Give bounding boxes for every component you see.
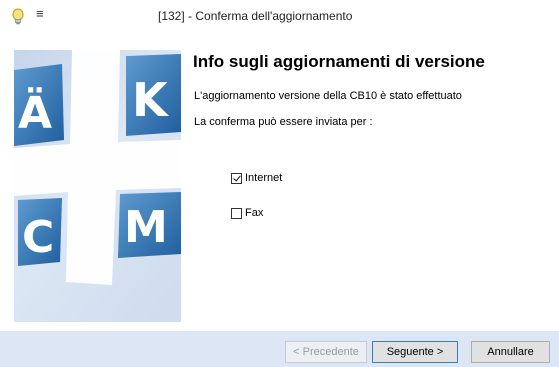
fax-checkbox[interactable] [231,207,242,219]
akcm-cross-logo: Ä K C M [14,50,181,322]
fax-option[interactable]: Fax [231,207,263,219]
internet-option[interactable]: Internet [231,172,282,184]
internet-label: Internet [245,172,283,184]
fax-label: Fax [245,207,264,219]
internet-checkbox[interactable] [231,172,242,184]
quick-access-menu-icon[interactable]: ≡ [36,6,44,21]
page-heading: Info sugli aggiornamenti di versione [193,52,485,71]
logo-letter-a: Ä [18,86,52,139]
title-bar: ≡ [132] - Conferma dell'aggiornamento [0,0,559,34]
cancel-button[interactable]: Annullare [471,341,550,363]
lightbulb-icon[interactable] [11,8,25,26]
logo-letter-c: C [22,212,54,263]
status-message: L'aggiornamento versione della CB10 è st… [194,90,462,102]
akcm-logo-panel: Ä K C M [14,50,181,322]
logo-letter-m: M [124,202,168,253]
window-title: [132] - Conferma dell'aggiornamento [158,9,353,23]
next-button[interactable]: Seguente > [372,341,458,363]
logo-letter-k: K [132,73,170,127]
back-button[interactable]: < Precedente [285,341,367,363]
instruction-text: La conferma può essere inviata per : [194,116,373,128]
